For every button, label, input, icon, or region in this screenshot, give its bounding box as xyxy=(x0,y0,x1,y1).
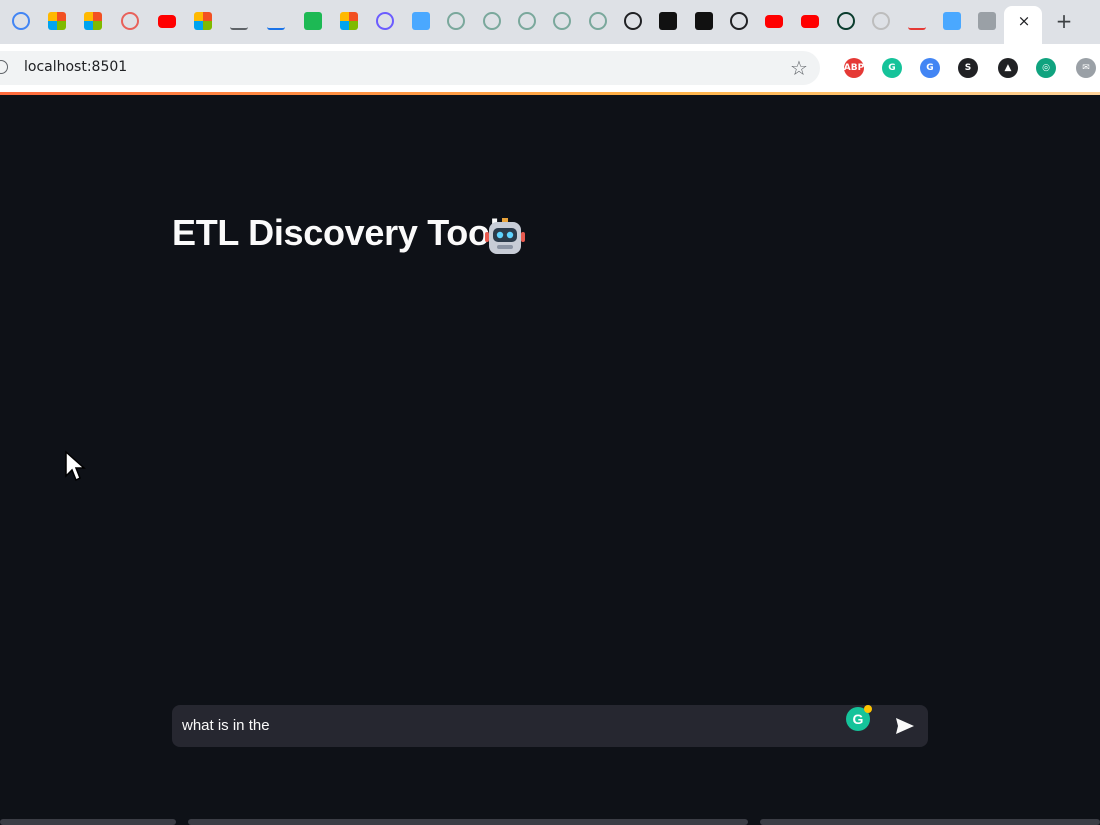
tab-globe-icon[interactable] xyxy=(483,12,501,30)
tab-n8n-icon[interactable] xyxy=(267,12,285,30)
tab-openai-icon[interactable] xyxy=(730,12,748,30)
tab-microsoft-icon[interactable] xyxy=(84,12,102,30)
tab-gear-icon[interactable] xyxy=(376,12,394,30)
streamlit-header-decoration xyxy=(0,92,1100,95)
mouse-cursor-icon xyxy=(65,450,86,482)
tab-google-icon[interactable] xyxy=(12,12,30,30)
tab-target-icon[interactable] xyxy=(121,12,139,30)
scrollbar-segment[interactable] xyxy=(760,819,1100,825)
tab-pencil-icon[interactable] xyxy=(908,12,926,30)
tab-blue-doc-icon[interactable] xyxy=(943,12,961,30)
tab-microsoft-icon[interactable] xyxy=(48,12,66,30)
robot-icon xyxy=(485,218,525,254)
tab-youtube-icon[interactable] xyxy=(158,15,176,28)
s-ext-icon[interactable]: S xyxy=(958,58,978,78)
page-title: ETL Discovery Tool xyxy=(172,212,500,253)
new-tab-icon[interactable]: + xyxy=(1054,10,1074,32)
translate-icon[interactable]: G xyxy=(920,58,940,78)
tab-globe-icon[interactable] xyxy=(447,12,465,30)
url-text[interactable]: localhost:8501 xyxy=(24,59,127,75)
tab-terminal-icon[interactable] xyxy=(659,12,677,30)
tab-globe-icon[interactable] xyxy=(518,12,536,30)
tab-notebook-icon[interactable] xyxy=(978,12,996,30)
triangle-ext-icon[interactable]: ▲ xyxy=(998,58,1018,78)
scrollbar-segment[interactable] xyxy=(0,819,176,825)
tab-github-icon[interactable] xyxy=(872,12,890,30)
mail-ext-icon[interactable]: ✉ xyxy=(1076,58,1096,78)
green-ext-icon[interactable]: ◎ xyxy=(1036,58,1056,78)
close-tab-icon[interactable]: × xyxy=(1015,12,1033,30)
tab-globe-icon[interactable] xyxy=(589,12,607,30)
tab-blue-doc-icon[interactable] xyxy=(412,12,430,30)
tab-globe-icon[interactable] xyxy=(553,12,571,30)
chat-input[interactable] xyxy=(172,705,928,747)
send-icon[interactable] xyxy=(894,715,916,737)
tab-microsoft-icon[interactable] xyxy=(340,12,358,30)
bookmark-star-icon[interactable]: ☆ xyxy=(790,56,808,80)
tab-openai-icon[interactable] xyxy=(624,12,642,30)
chat-input-text[interactable]: what is in the xyxy=(182,717,270,734)
tab-youtube-icon[interactable] xyxy=(765,15,783,28)
tab-circle-app-icon[interactable] xyxy=(837,12,855,30)
tab-terminal-icon[interactable] xyxy=(695,12,713,30)
tab-code-icon[interactable] xyxy=(230,12,248,30)
tab-green-app-icon[interactable] xyxy=(304,12,322,30)
scrollbar-thumb[interactable] xyxy=(188,819,748,825)
grammarly-badge xyxy=(864,705,872,713)
grammarly-ext-icon[interactable]: G xyxy=(882,58,902,78)
tab-microsoft-icon[interactable] xyxy=(194,12,212,30)
tab-youtube-icon[interactable] xyxy=(801,15,819,28)
adblock-icon[interactable]: ABP xyxy=(844,58,864,78)
